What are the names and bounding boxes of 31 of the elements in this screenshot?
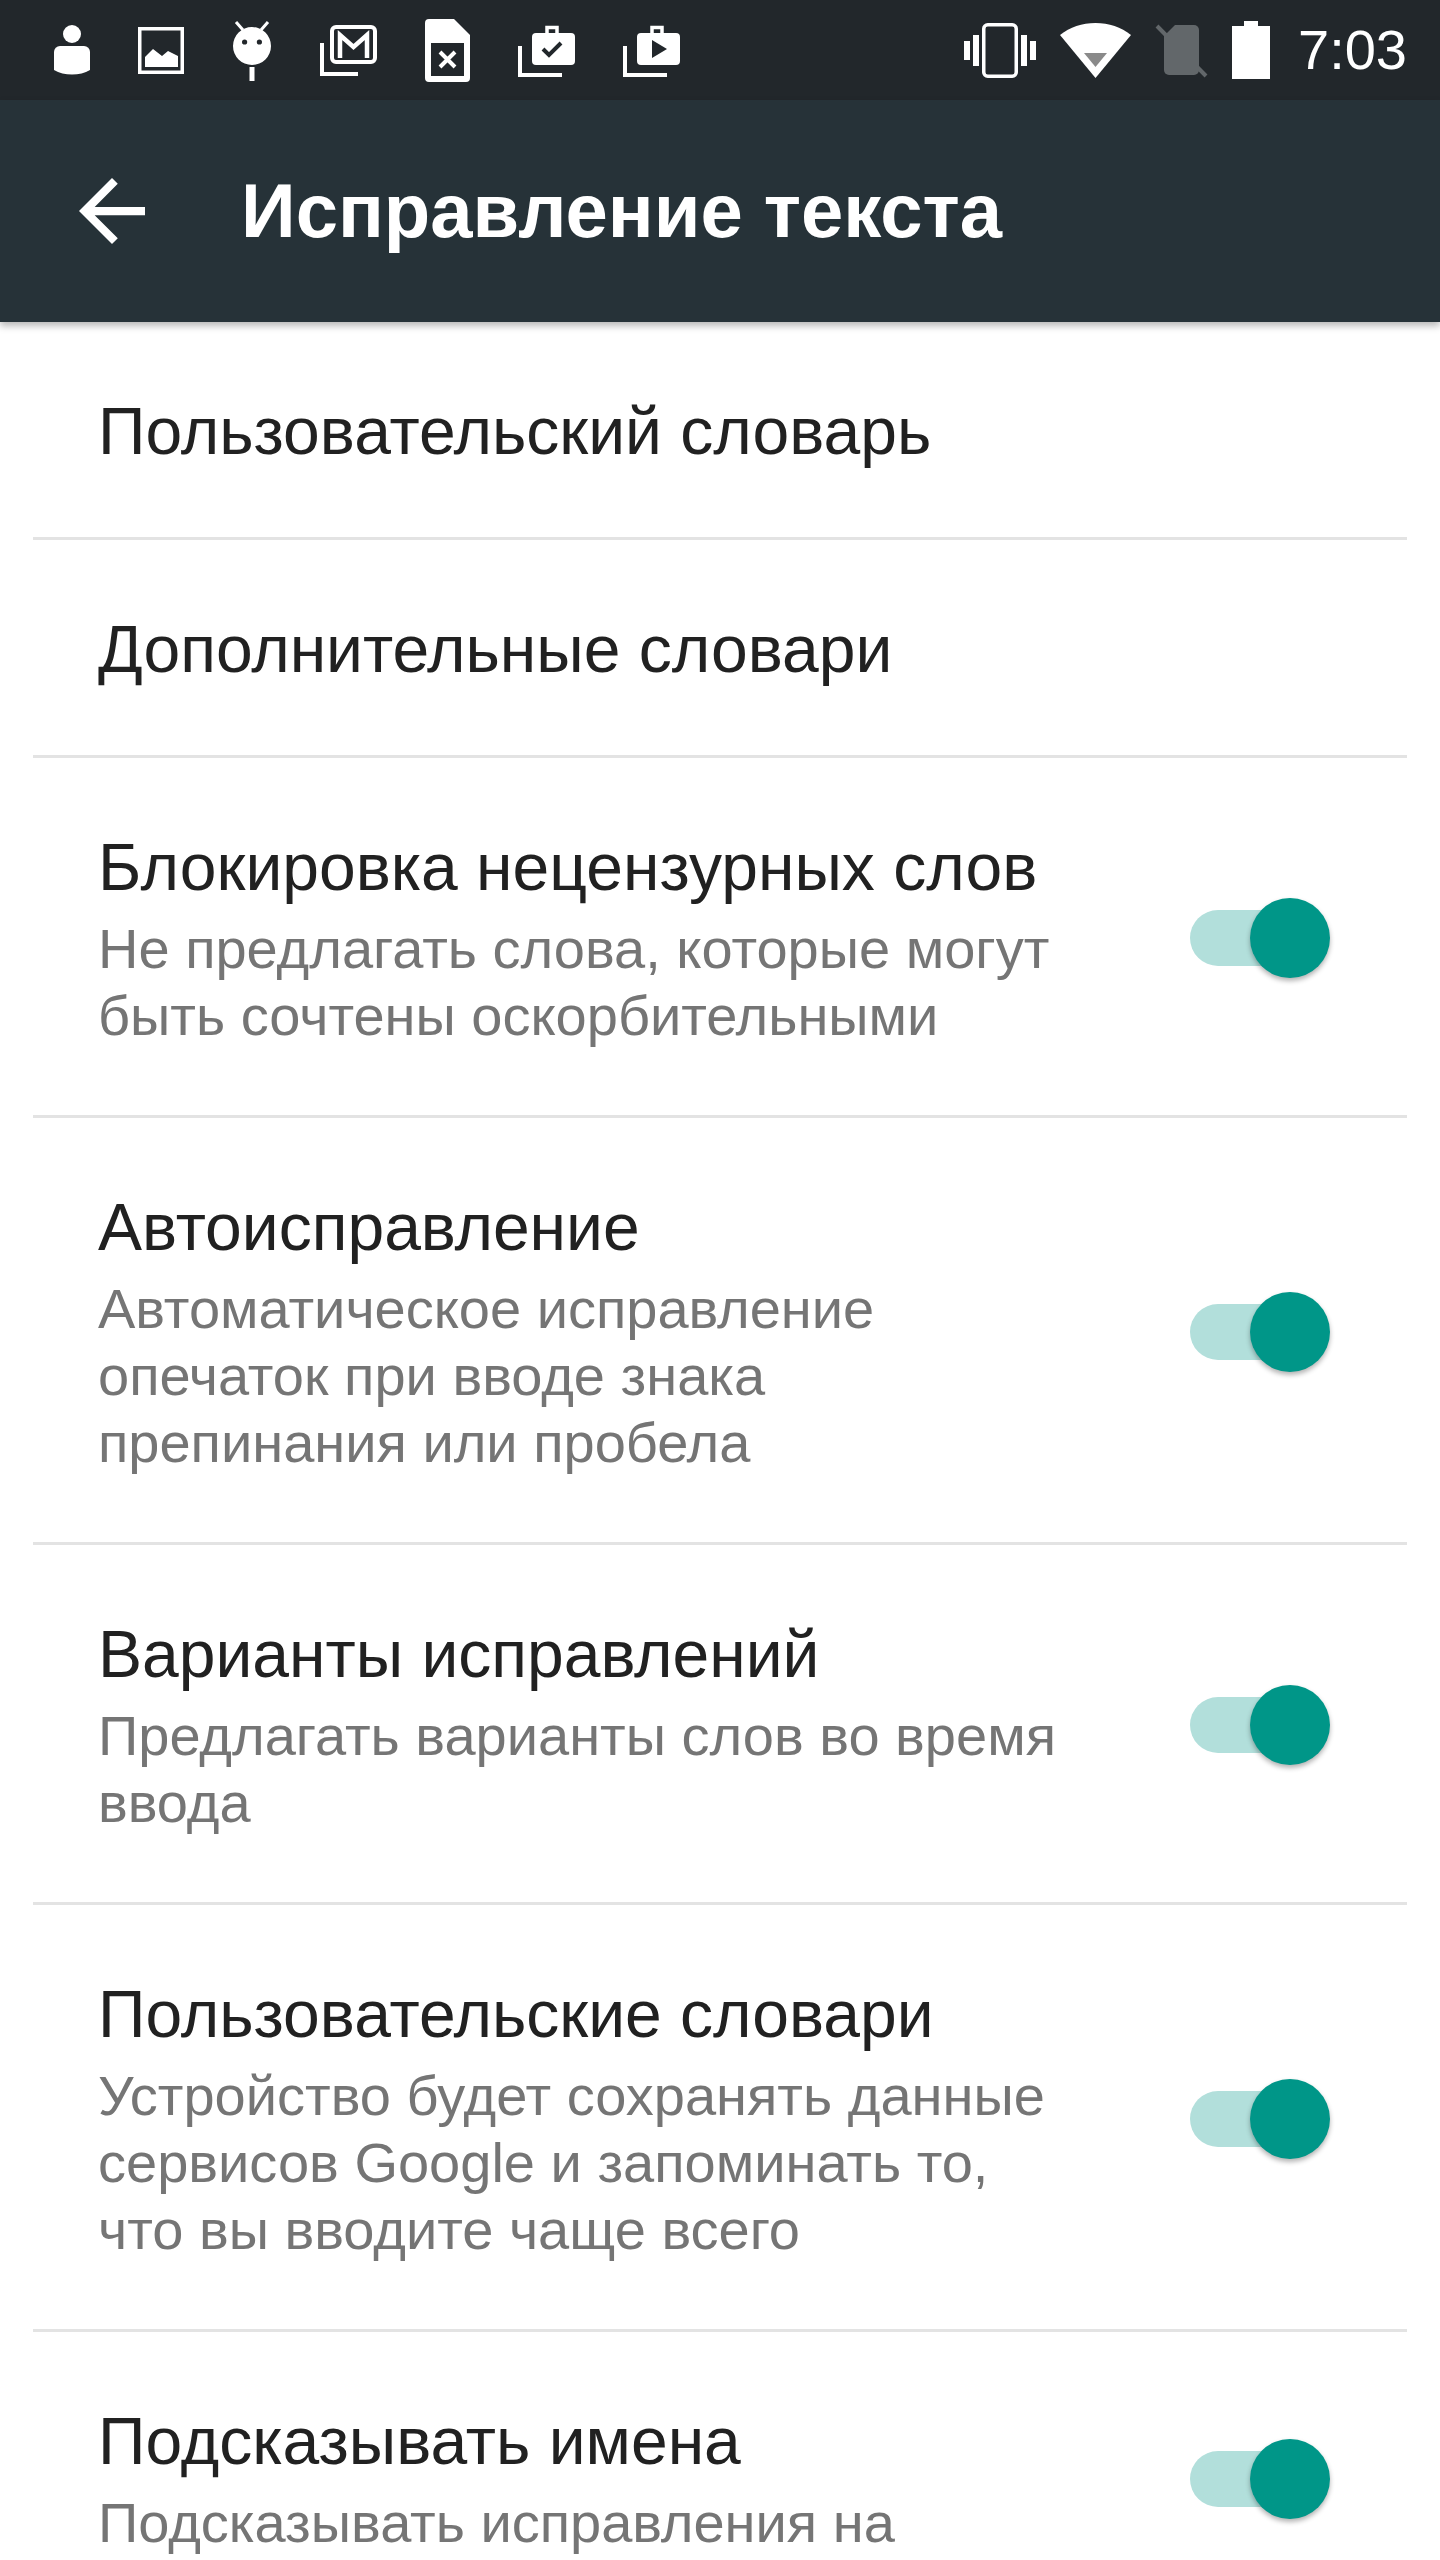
toggle-switch[interactable] (1190, 2078, 1330, 2159)
clock-text: 7:03 (1298, 18, 1407, 82)
setting-summary: Автоматическое исправление опечаток при вводе знака препинания или пробела (98, 1276, 876, 1476)
setting-title[interactable]: Пользовательский словарь (98, 391, 932, 471)
setting-title: Варианты исправлений (98, 1616, 820, 1693)
no-sim-icon (1155, 22, 1208, 78)
back-arrow-icon[interactable] (79, 178, 145, 244)
wifi-icon (1060, 22, 1131, 78)
toggle-switch[interactable] (1190, 2438, 1330, 2519)
robot-head-icon (232, 19, 272, 81)
setting-title[interactable]: Дополнительные словари (98, 609, 893, 689)
briefcase-play-icon (623, 23, 680, 77)
setting-title: Автоисправление (98, 1189, 640, 1266)
setting-title: Подсказывать имена (98, 2403, 741, 2480)
screen-title: Исправление текста (241, 167, 1003, 255)
image-icon (138, 26, 184, 74)
setting-summary: Предлагать варианты слов во время ввода (98, 1703, 1057, 1836)
toggle-switch[interactable] (1190, 898, 1330, 978)
setting-summary: Устройство будет сохранять данные сервисов Google и запоминать то, что вы вводите чаще всего (98, 2063, 1046, 2263)
setting-title: Пользовательские словари (98, 1976, 934, 2053)
vibrate-icon (964, 22, 1036, 78)
setting-title: Блокировка нецензурных слов (98, 829, 1038, 906)
stacked-mail-icon (320, 24, 377, 76)
briefcase-check-icon (518, 23, 575, 77)
setting-summary: Не предлагать слова, которые могут быть сочтены оскорбительными (98, 916, 1051, 1049)
setting-summary: Подсказывать исправления на (98, 2490, 896, 2556)
toggle-switch[interactable] (1190, 1291, 1330, 1372)
person-icon (54, 25, 90, 75)
battery-icon (1232, 21, 1270, 79)
sim-card-x-icon (425, 18, 470, 82)
toggle-switch[interactable] (1190, 1685, 1330, 1765)
